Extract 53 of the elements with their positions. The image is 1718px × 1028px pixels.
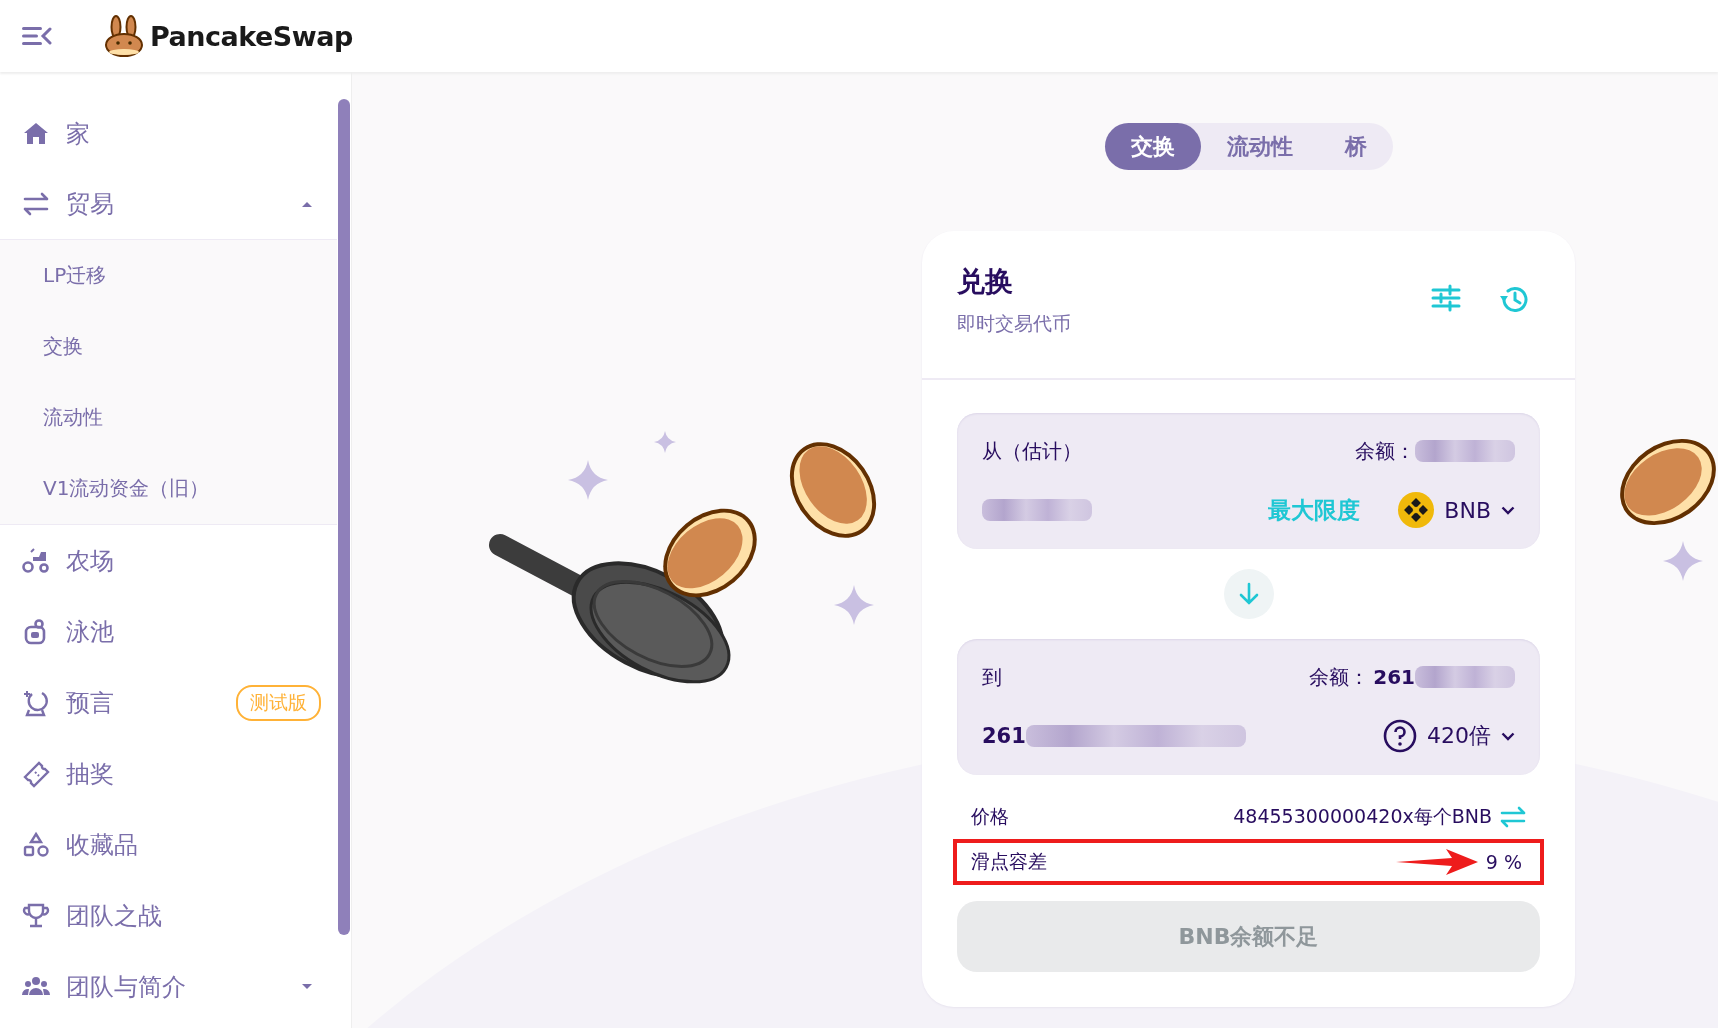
card-subtitle: 即时交易代币	[957, 311, 1071, 336]
logo-text: PancakeSwap	[150, 20, 353, 52]
sidebar-item[interactable]: 泳池	[0, 596, 337, 667]
question-icon	[1383, 719, 1417, 753]
menu-icon[interactable]	[22, 25, 52, 47]
amount-value: 261	[982, 724, 1026, 748]
crystal-ball-icon	[22, 688, 50, 717]
sidebar-subitem[interactable]: 流动性	[0, 382, 337, 453]
sparkle-icon	[1663, 541, 1703, 581]
to-label: 到	[982, 663, 1002, 691]
beta-badge: 测试版	[236, 684, 321, 721]
swap-arrows-icon[interactable]	[1500, 806, 1526, 828]
sparkle-icon	[654, 431, 676, 453]
sidebar-subitem[interactable]: 交换	[0, 311, 337, 382]
sparkle-icon	[568, 460, 608, 500]
caret-up-icon	[301, 200, 313, 208]
bunny-logo-icon	[104, 15, 144, 57]
scrollbar[interactable]	[338, 99, 350, 935]
sidebar-item[interactable]: 抽奖	[0, 738, 337, 809]
trophy-icon	[22, 901, 50, 930]
switch-direction-button[interactable]	[1223, 569, 1274, 619]
token-selector[interactable]: BNB	[1398, 492, 1515, 528]
caret-down-icon	[301, 982, 313, 991]
balance-value: 261	[1373, 665, 1415, 689]
detail-value: 9 %	[1485, 851, 1522, 873]
shapes-icon	[22, 830, 50, 859]
ticket-icon	[22, 759, 50, 788]
detail-value: 48455300000420x每个BNB	[1233, 804, 1492, 829]
tab[interactable]: 桥	[1318, 123, 1393, 170]
detail-label: 滑点容差	[971, 849, 1047, 874]
token-selector[interactable]: 420倍	[1383, 719, 1515, 753]
chevron-down-icon	[1501, 505, 1515, 515]
sidebar-item[interactable]: 农场	[0, 525, 337, 596]
settings-icon[interactable]	[1431, 283, 1461, 313]
tab[interactable]: 流动性	[1200, 123, 1319, 170]
card-title: 兑换	[957, 264, 1014, 300]
sparkle-icon	[834, 585, 874, 625]
tractor-icon	[22, 546, 50, 575]
chevron-down-icon	[1501, 731, 1515, 741]
detail-label: 价格	[971, 804, 1009, 829]
coin-icon	[1398, 492, 1435, 528]
arrows-icon	[22, 190, 50, 218]
sidebar-subitem[interactable]: LP迁移	[0, 240, 337, 311]
sidebar-item[interactable]: 团队之战	[0, 880, 337, 951]
tab[interactable]: 交换	[1104, 123, 1201, 170]
sidebar-subitem[interactable]: V1流动资金（旧）	[0, 453, 337, 524]
balance-label: 余额：	[1355, 437, 1415, 465]
from-label: 从（估计）	[982, 437, 1082, 465]
sidebar-item[interactable]: 团队与简介	[0, 951, 337, 1022]
sidebar-item[interactable]: 收藏品	[0, 809, 337, 880]
sidebar-item[interactable]: 预言 测试版	[0, 667, 337, 738]
balance-label: 余额：	[1309, 663, 1370, 691]
sidebar-item[interactable]: 家	[0, 98, 337, 169]
